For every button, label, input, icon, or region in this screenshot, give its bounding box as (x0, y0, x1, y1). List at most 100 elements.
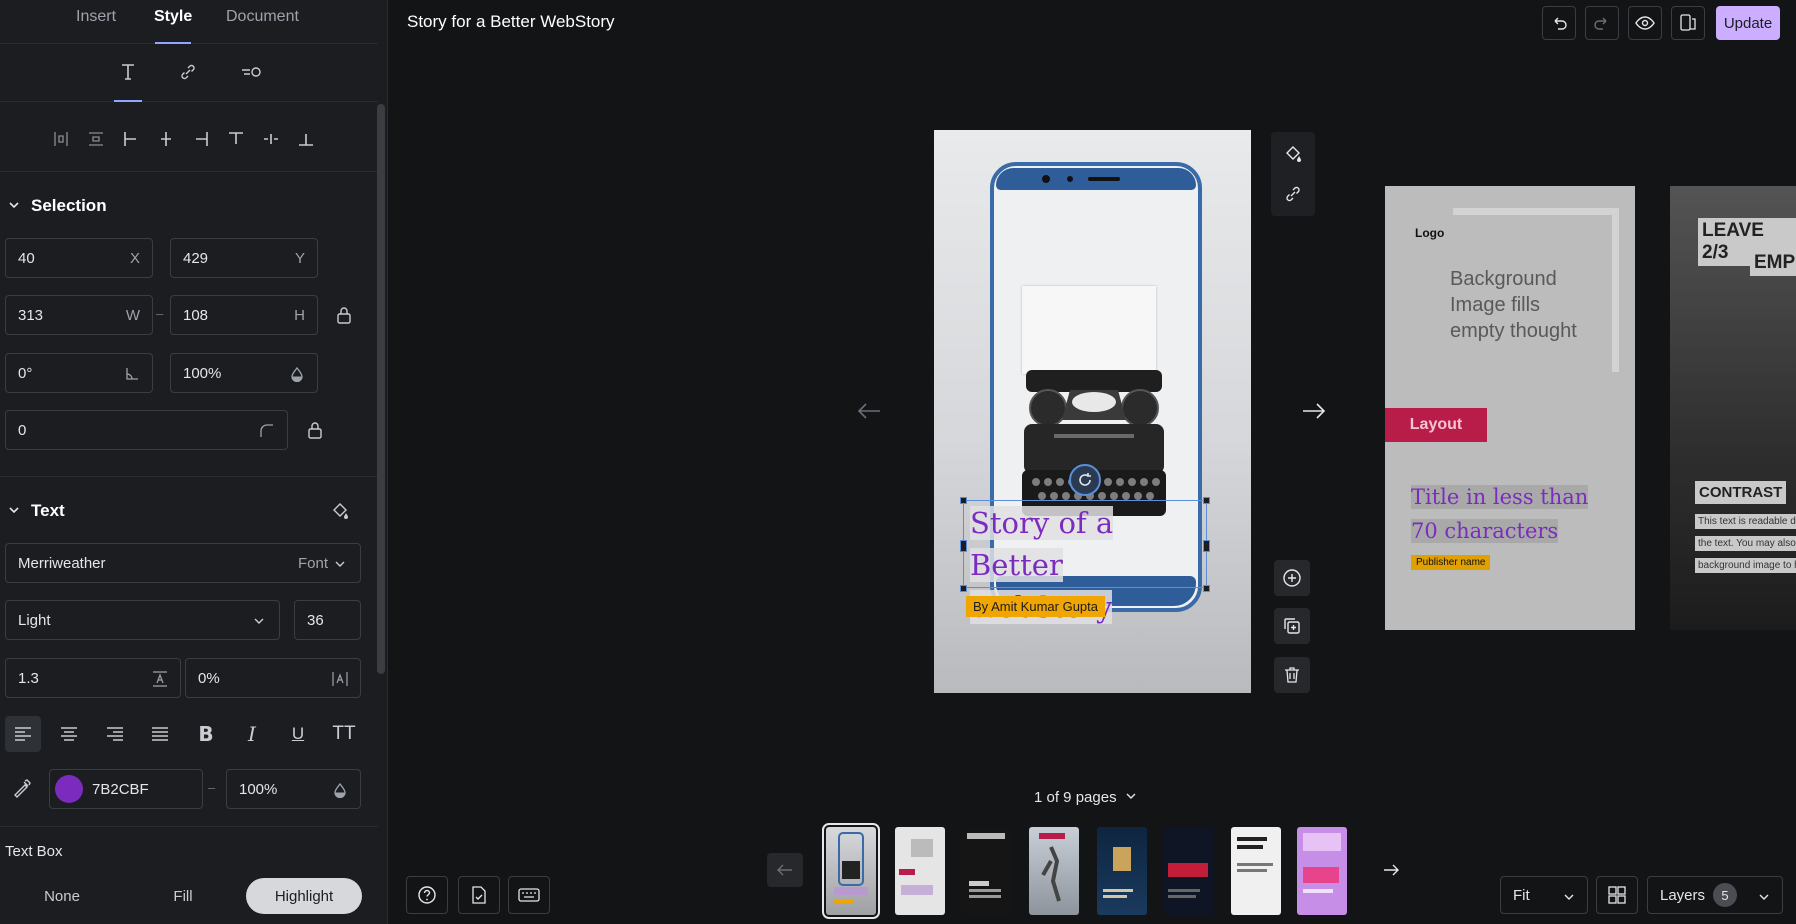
preview-eye-button[interactable] (1628, 6, 1662, 40)
link-icon[interactable] (174, 58, 202, 86)
tab-style[interactable]: Style (154, 8, 192, 26)
document-title: Story for a Better WebStory (407, 12, 615, 31)
align-top-icon[interactable] (223, 126, 249, 152)
element-quick-tools (1271, 132, 1315, 216)
help-button[interactable] (406, 876, 448, 914)
text-color-opacity-field[interactable]: 100% (226, 769, 361, 809)
resize-handle[interactable] (1203, 540, 1210, 552)
resize-handle[interactable] (1203, 585, 1210, 592)
italic-button[interactable]: I (234, 716, 270, 752)
background-hint-text: Background Image fills empty thought (1450, 268, 1577, 342)
tab-insert[interactable]: Insert (76, 8, 116, 26)
align-middle-icon[interactable] (258, 126, 284, 152)
add-page-button[interactable] (1274, 560, 1310, 596)
style-panel: Insert Style Document Selection 40 X 429… (0, 0, 388, 924)
duplicate-page-button[interactable] (1274, 608, 1310, 644)
page3-body-line: This text is readable due (1695, 514, 1796, 529)
page-thumbnail-7[interactable] (1231, 827, 1281, 915)
resize-handle[interactable] (960, 540, 967, 552)
page3-body-line: background image to hig (1695, 558, 1796, 573)
alignment-toolbar (0, 104, 378, 172)
page-thumbnail-2[interactable] (895, 827, 945, 915)
page-thumbnail-6[interactable] (1164, 827, 1214, 915)
h-value: 108 (183, 306, 209, 324)
resize-handle[interactable] (960, 585, 967, 592)
rotate-handle-icon[interactable] (1069, 464, 1101, 496)
text-align-center-button[interactable] (51, 716, 87, 752)
lock-aspect-icon[interactable] (333, 304, 355, 326)
delete-page-button[interactable] (1274, 657, 1310, 693)
align-left-icon[interactable] (118, 126, 144, 152)
next-page-arrow-icon[interactable] (1296, 393, 1332, 429)
letter-spacing-field[interactable]: 0% (185, 658, 361, 698)
font-weight-select[interactable]: Light (5, 600, 280, 640)
update-button[interactable]: Update (1716, 6, 1780, 40)
checklist-button[interactable] (458, 876, 500, 914)
page-thumbnail-8[interactable] (1297, 827, 1347, 915)
line-height-field[interactable]: 1.3 (5, 658, 181, 698)
underline-button[interactable]: U (280, 716, 316, 752)
bold-button[interactable]: B (188, 716, 224, 752)
resize-handle[interactable] (1203, 497, 1210, 504)
text-color-swatch[interactable] (55, 775, 83, 803)
eyedropper-icon[interactable] (10, 776, 34, 800)
fill-bucket-icon[interactable] (1277, 138, 1309, 170)
layers-toggle[interactable]: Layers 5 (1647, 876, 1783, 914)
distribute-vertical-icon[interactable] (83, 126, 109, 152)
align-center-icon[interactable] (153, 126, 179, 152)
panel-scrollbar[interactable] (377, 104, 385, 674)
font-size-field[interactable]: 36 (294, 600, 361, 640)
y-position-field[interactable]: 429 Y (170, 238, 318, 278)
text-align-left-button[interactable] (5, 716, 41, 752)
rotation-angle-icon (122, 364, 142, 384)
redo-button[interactable] (1585, 6, 1619, 40)
third-page-preview[interactable]: LEAVE 2/3 EMP CONTRAST This text is read… (1670, 186, 1796, 630)
lock-radius-icon[interactable] (304, 419, 326, 441)
resize-handle[interactable] (960, 497, 967, 504)
grid-view-button[interactable] (1596, 876, 1638, 914)
text-justify-button[interactable] (142, 716, 178, 752)
opacity-field[interactable]: 100% (170, 353, 318, 393)
textbox-highlight-option[interactable]: Highlight (246, 878, 362, 914)
align-right-icon[interactable] (188, 126, 214, 152)
device-preview-button[interactable] (1671, 6, 1705, 40)
text-align-right-button[interactable] (97, 716, 133, 752)
uppercase-button[interactable]: TT (326, 716, 362, 752)
paint-bucket-icon[interactable] (329, 500, 351, 522)
textbox-fill-option[interactable]: Fill (126, 878, 240, 914)
corner-radius-field[interactable]: 0 (5, 410, 288, 450)
byline-text[interactable]: By Amit Kumar Gupta (966, 596, 1105, 617)
text-color-hex: 7B2CBF (92, 780, 149, 798)
carousel-prev-arrow-icon[interactable] (767, 852, 803, 888)
textbox-none-option[interactable]: None (5, 878, 119, 914)
width-field[interactable]: 313 W (5, 295, 153, 335)
panel-tabs: Insert Style Document (0, 0, 378, 44)
page-thumbnail-5[interactable] (1097, 827, 1147, 915)
keyboard-shortcuts-button[interactable] (508, 876, 550, 914)
page-thumbnail-3[interactable] (961, 827, 1011, 915)
selection-section-header[interactable]: Selection (0, 186, 378, 226)
tab-document[interactable]: Document (226, 8, 299, 26)
zoom-select[interactable]: Fit (1500, 876, 1588, 914)
page-count-dropdown[interactable]: 1 of 9 pages (1034, 789, 1137, 806)
previous-page-arrow-icon[interactable] (851, 393, 887, 429)
font-family-select[interactable]: Merriweather Font (5, 543, 361, 583)
page-thumbnail-1[interactable] (822, 823, 880, 919)
undo-button[interactable] (1542, 6, 1576, 40)
height-field[interactable]: 108 H (170, 295, 318, 335)
rotation-field[interactable]: 0° (5, 353, 153, 393)
carousel-next-arrow-icon[interactable] (1373, 852, 1409, 888)
text-style-icon[interactable] (114, 58, 142, 86)
text-section-header[interactable]: Text (0, 491, 378, 531)
page-thumbnail-4[interactable] (1029, 827, 1079, 915)
next-page-preview[interactable]: Logo Background Image fills empty though… (1385, 186, 1635, 630)
link-icon[interactable] (1277, 178, 1309, 210)
x-value: 40 (18, 249, 35, 267)
x-position-field[interactable]: 40 X (5, 238, 153, 278)
current-page[interactable]: Story of a Better WebStory By Amit Kumar… (934, 130, 1251, 693)
distribute-horizontal-icon[interactable] (48, 126, 74, 152)
y-label: Y (294, 249, 305, 267)
animation-icon[interactable] (238, 58, 266, 86)
page2-title-line: 70 characters (1411, 519, 1559, 543)
align-bottom-icon[interactable] (293, 126, 319, 152)
